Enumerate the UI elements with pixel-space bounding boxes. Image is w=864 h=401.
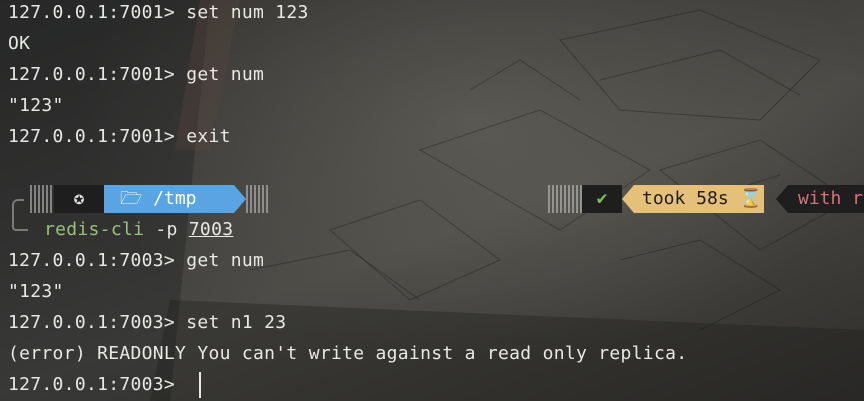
command-line: redis-cli -p 7003 [44,218,233,242]
command-program: redis-cli [44,219,145,240]
prompt-separator-dots [548,185,582,213]
status-ok-icon: ✔ [582,185,622,213]
context-label: with r [788,185,864,213]
output-line: 127.0.0.1:7003> set n1 23 [8,312,287,333]
prompt-arrow-icon [622,185,634,213]
history-line: "123" [8,95,64,116]
history-line: 127.0.0.1:7001> set num 123 [8,2,309,23]
folder-icon: 🗁 [120,188,143,209]
history-line: 127.0.0.1:7001> exit [8,126,231,147]
command-flag: -p [155,219,178,240]
current-directory: 🗁 /tmp [104,185,234,213]
shell-prompt-bar: ✪ 🗁 /tmp ✔ took 58s ⌛ with r [0,185,864,213]
duration-label: took 58s [642,188,729,209]
prompt-arrow-icon [776,185,788,213]
active-prompt[interactable]: 127.0.0.1:7003> [8,373,186,397]
terminal-window[interactable]: 127.0.0.1:7001> set num 123 OK 127.0.0.1… [0,0,864,401]
text-cursor [199,372,201,398]
error-line: (error) READONLY You can't write against… [8,343,688,364]
prompt-bracket [12,213,28,231]
directory-label: /tmp [153,188,197,209]
hourglass-icon: ⌛ [739,188,762,209]
history-line: 127.0.0.1:7001> get num [8,64,265,85]
prompt-arrow-icon [234,185,246,213]
prompt-separator-dots [246,185,270,213]
output-line: 127.0.0.1:7003> get num [8,250,265,271]
prompt-separator-dots [30,185,54,213]
output-line: "123" [8,281,64,302]
os-icon: ✪ [54,185,104,213]
command-port: 7003 [188,219,234,240]
history-line: OK [8,33,31,54]
command-duration: took 58s ⌛ [634,185,764,213]
